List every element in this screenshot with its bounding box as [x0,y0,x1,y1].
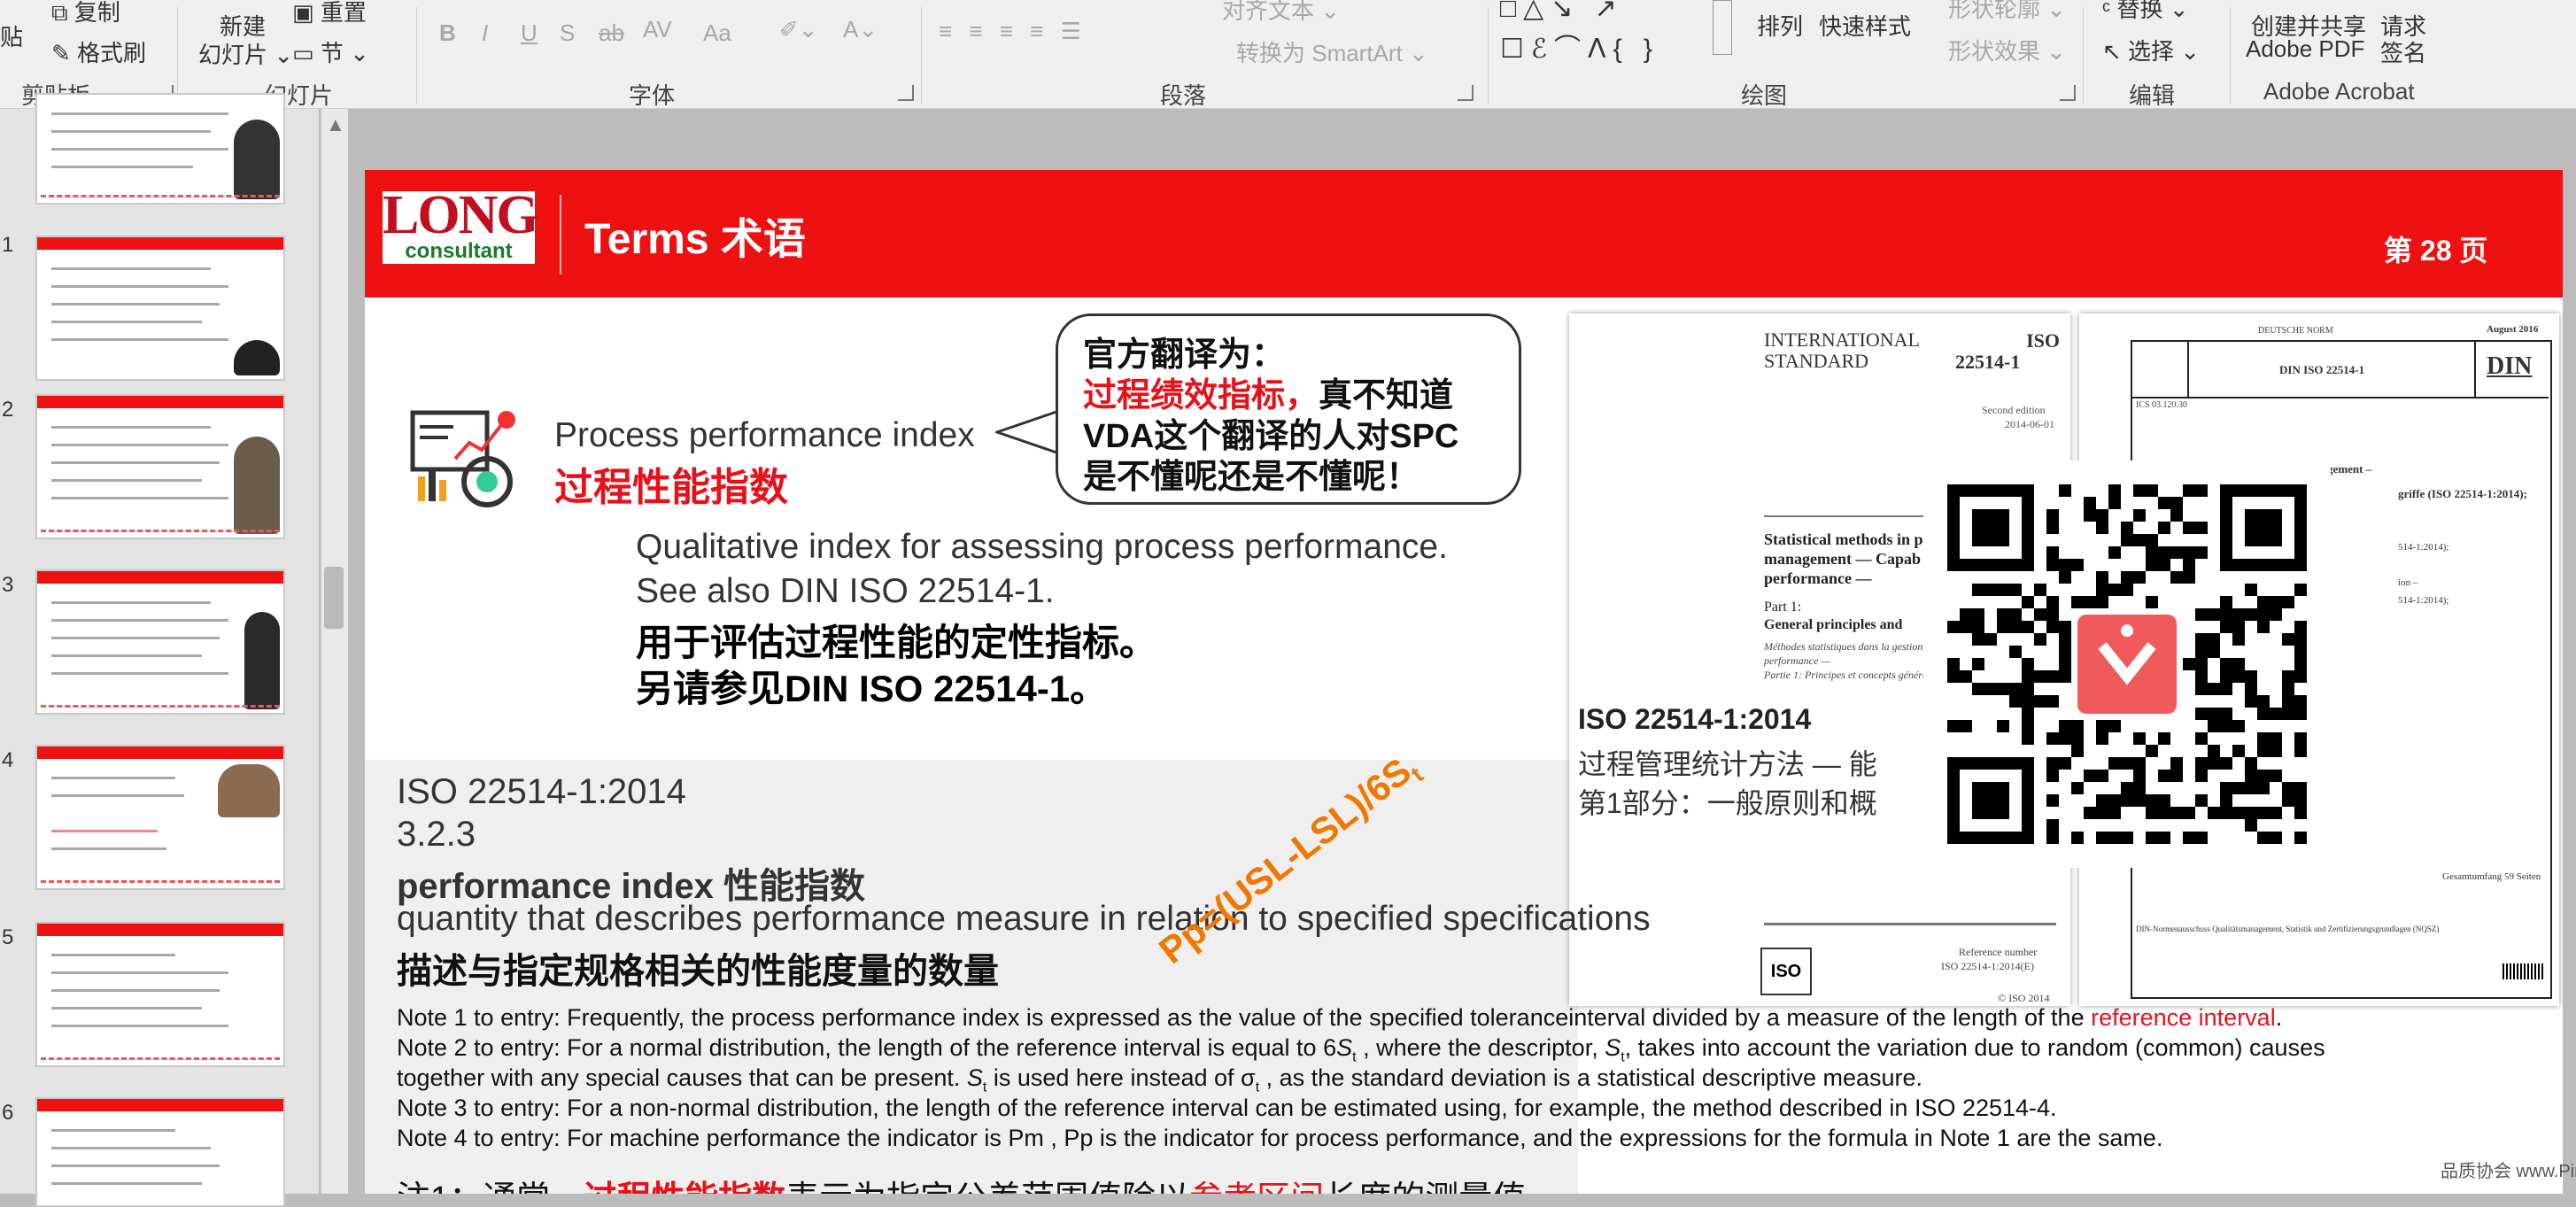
term-english: Process performance index [554,416,975,454]
font-launcher-icon[interactable] [898,85,914,101]
group-acrobat: Adobe Acrobat [2263,78,2415,104]
slide-thumbnail-pane: 1 2 3 4 5 6 [0,93,319,1207]
header-divider [560,195,561,275]
quick-styles-button[interactable]: 快速样式 [1819,9,1911,42]
section-button[interactable]: ▭ 节 ⌄ [292,35,369,68]
reset-button[interactable]: ▣ 重置 [292,0,367,27]
slide-thumbnail[interactable] [35,394,285,539]
definition-en-2: See also DIN ISO 22514-1. [636,572,1055,610]
scroll-up-arrow-icon[interactable]: ▲ [326,113,345,136]
din-logo: DIN [2487,352,2533,380]
create-share-button[interactable]: Adobe PDF [2246,35,2364,63]
iso-logo: ISO [1760,948,1812,995]
shapes-gallery-row2[interactable]: ☐ℰ⌒ᐱ{ } [1500,27,1659,66]
underline-button[interactable]: U [521,19,538,47]
site-watermark: 品质协会 www.PinZhi.org [2441,1162,2576,1181]
ribbon: 贴 ⧉ 复制 ✎ 格式刷 新建 幻灯片 ⌄ ▣ 重置 ▭ 节 ⌄ B I U S… [0,0,2576,109]
bold-button[interactable]: B [439,19,456,47]
slide-number: 3 [2,573,14,597]
slide-number: 6 [2,1101,14,1125]
process-chart-icon [410,410,515,507]
reset-icon: ▣ [292,0,314,26]
group-paragraph: 段落 [1160,82,1207,109]
section-icon: ▭ [292,40,314,66]
clause-number: 3.2.3 [397,815,476,854]
shadow-button[interactable]: S [560,19,575,47]
slide-number: 5 [2,925,14,949]
cursor-icon: ↖ [2102,38,2122,65]
copy-icon: ⧉ [51,0,68,26]
slide-number: 1 [2,233,14,257]
long-consultant-logo: LONG consultant [383,185,539,264]
note-2: Note 2 to entry: For a normal distributi… [397,1034,2325,1065]
highlight-icon[interactable]: ✐⌄ [779,16,818,43]
copy-button[interactable]: ⧉ 复制 [51,0,120,27]
note-2-continued: together with any special causes that ca… [397,1064,1923,1095]
slide-number: 2 [2,398,14,422]
iso-reference-cn-title: ISO 22514-1:2014 [1578,703,1812,735]
qr-code [1923,460,2331,868]
slide-canvas[interactable]: LONG consultant Terms 术语 第 28 页 Process … [365,170,2563,1194]
note-4: Note 4 to entry: For machine performance… [397,1125,2163,1151]
scrollbar-thumb[interactable] [324,567,344,629]
definition-en-1: Qualitative index for assessing process … [636,528,1448,566]
slide-thumbnail[interactable] [35,745,285,890]
font-color-icon[interactable]: A⌄ [843,16,878,43]
note-1: Note 1 to entry: Frequently, the process… [397,1004,2283,1031]
convert-smartart-button[interactable]: 转换为 SmartArt ⌄ [1236,35,1428,68]
shape-outline-button[interactable]: 形状轮廓 ⌄ [1948,0,2066,24]
thumbnail-scrollbar[interactable] [321,109,348,1194]
slide-number: 4 [2,748,14,772]
strikethrough-button[interactable]: ab [599,19,624,47]
slide-thumbnail[interactable] [35,922,285,1067]
new-slide-button[interactable]: 幻灯片 ⌄ [198,37,293,70]
definition-cn-2: 另请参见DIN ISO 22514-1。 [636,668,1108,709]
quantity-definition-en: quantity that describes performance meas… [397,900,1651,938]
select-button[interactable]: ↖ 选择 ⌄ [2102,34,2200,66]
change-case-button[interactable]: Aa [703,19,731,47]
slide-thumbnail[interactable] [35,1097,285,1207]
align-icons[interactable]: ≡ ≡ ≡ ≡ ☰ [939,18,1087,45]
callout-bubble: 官方翻译为： 过程绩效指标，真不知道 VDA这个翻译的人对SPC 是不懂呢还是不… [1056,313,1521,505]
group-editing: 编辑 [2129,82,2176,109]
italic-button[interactable]: I [482,19,488,47]
slide-thumbnail[interactable] [35,569,285,715]
shapes-more-button[interactable] [1713,0,1732,55]
paragraph-launcher-icon[interactable] [1458,85,1474,101]
group-drawing: 绘图 [1741,82,1788,109]
brush-icon: ✎ [51,40,71,66]
barcode [2503,963,2545,979]
replace-button[interactable]: ᶜ 替换 ⌄ [2102,0,2188,24]
drawing-launcher-icon[interactable] [2060,85,2076,101]
format-painter-button[interactable]: ✎ 格式刷 [51,35,146,68]
chevron-down-icon: ⌄ [350,40,369,66]
group-font: 字体 [629,82,676,109]
replace-icon: ᶜ [2102,0,2111,22]
iso-reference: ISO 22514-1:2014 [397,772,686,811]
note-3: Note 3 to entry: For a non-normal distri… [397,1095,2057,1121]
quantity-definition-cn: 描述与指定规格相关的性能度量的数量 [397,952,999,991]
char-spacing-button[interactable]: AV [643,16,672,43]
request-sign-button[interactable]: 签名 [2380,35,2426,68]
shapes-gallery[interactable]: □△↘ ↗ [1500,0,1624,24]
align-text-button[interactable]: 对齐文本 ⌄ [1222,0,1340,26]
slide-thumbnail[interactable] [35,93,285,205]
chevron-down-icon: ⌄ [274,42,294,68]
callout-tail [995,408,1063,456]
term-chinese: 过程性能指数 [554,466,788,509]
chinese-note-1: 注1：通常，过程性能指数表示为指定公差范围值除以参考区间长度的测量值。 [397,1171,1559,1194]
shape-effects-button[interactable]: 形状效果 ⌄ [1948,34,2066,66]
slide-title: Terms 术语 [584,216,806,263]
arrange-button[interactable]: 排列 [1757,9,1803,42]
slide-thumbnail[interactable] [35,236,285,381]
page-number: 第 28 页 [2384,235,2488,267]
paste-button[interactable]: 贴 [0,19,23,52]
